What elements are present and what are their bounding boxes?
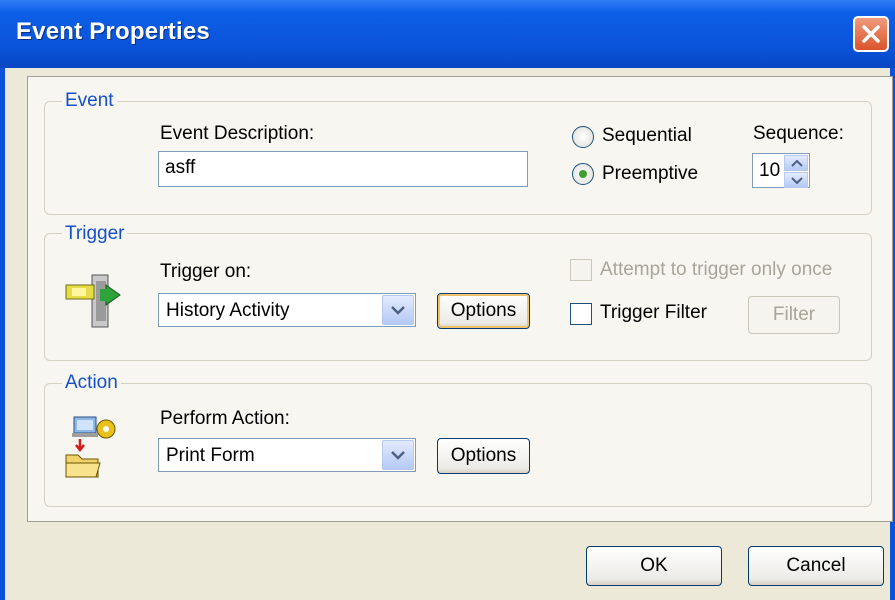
- trigger-filter-checkbox[interactable]: [570, 303, 592, 325]
- properties-panel: Event Event Description: asff Sequential…: [27, 76, 893, 522]
- attempt-once-label: Attempt to trigger only once: [600, 259, 833, 280]
- trigger-on-value: History Activity: [166, 300, 290, 321]
- event-group-label: Event: [62, 90, 117, 112]
- sequential-radio[interactable]: [572, 126, 594, 148]
- close-icon: [862, 25, 880, 43]
- trigger-on-select[interactable]: History Activity: [158, 293, 416, 327]
- event-description-input[interactable]: asff: [158, 151, 528, 187]
- sequence-label: Sequence:: [753, 123, 844, 144]
- action-group-label: Action: [62, 372, 121, 394]
- trigger-group-label: Trigger: [62, 223, 128, 245]
- preemptive-label: Preemptive: [602, 163, 699, 184]
- event-properties-dialog: Event Properties Event Event Description…: [0, 0, 895, 600]
- cancel-button[interactable]: Cancel: [748, 546, 884, 586]
- sequence-value: 10: [759, 160, 781, 181]
- ok-button[interactable]: OK: [586, 546, 722, 586]
- trigger-icon: [65, 274, 121, 328]
- trigger-dropdown-button[interactable]: [382, 295, 414, 325]
- window-border-left: [0, 68, 5, 600]
- spin-up-button[interactable]: [784, 155, 808, 171]
- chevron-down-icon: [791, 177, 803, 184]
- event-description-label: Event Description:: [160, 123, 315, 144]
- trigger-filter-label: Trigger Filter: [600, 302, 707, 323]
- trigger-options-button[interactable]: Options: [437, 293, 530, 329]
- perform-action-value: Print Form: [166, 445, 255, 466]
- spin-down-button[interactable]: [784, 172, 808, 188]
- chevron-down-icon: [391, 306, 405, 315]
- chevron-down-icon: [391, 451, 405, 460]
- attempt-once-checkbox[interactable]: [570, 259, 592, 281]
- window-title: Event Properties: [16, 18, 210, 45]
- close-button[interactable]: [853, 16, 889, 52]
- action-icon: [65, 416, 116, 478]
- sequence-spinner[interactable]: 10: [752, 153, 810, 188]
- preemptive-radio[interactable]: [572, 163, 594, 185]
- radio-selected-dot: [579, 170, 587, 178]
- sequential-label: Sequential: [602, 125, 692, 146]
- action-options-button[interactable]: Options: [437, 438, 530, 474]
- chevron-up-icon: [791, 160, 803, 167]
- action-dropdown-button[interactable]: [382, 440, 414, 470]
- perform-action-label: Perform Action:: [160, 408, 290, 429]
- perform-action-select[interactable]: Print Form: [158, 438, 416, 472]
- trigger-on-label: Trigger on:: [160, 261, 252, 282]
- filter-button[interactable]: Filter: [748, 296, 840, 334]
- title-bar: Event Properties: [0, 0, 895, 68]
